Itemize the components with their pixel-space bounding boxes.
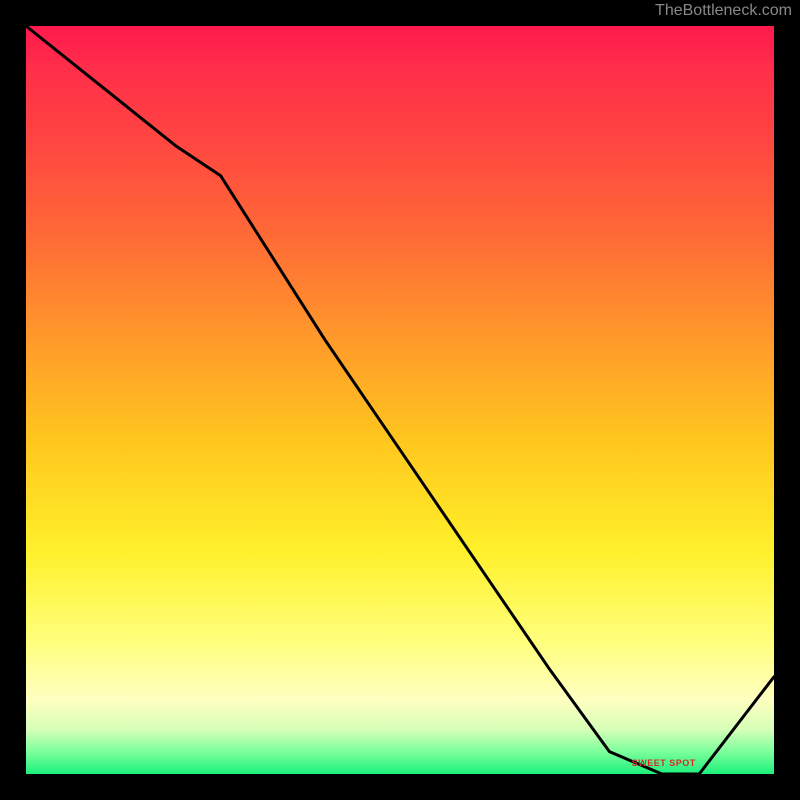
source-link[interactable]: TheBottleneck.com	[655, 2, 792, 20]
sweet-spot-label: SWEET SPOT	[632, 758, 696, 768]
chart-frame: SWEET SPOT	[26, 26, 774, 774]
plot-area: SWEET SPOT	[26, 26, 774, 774]
chart-background-gradient	[26, 26, 774, 774]
